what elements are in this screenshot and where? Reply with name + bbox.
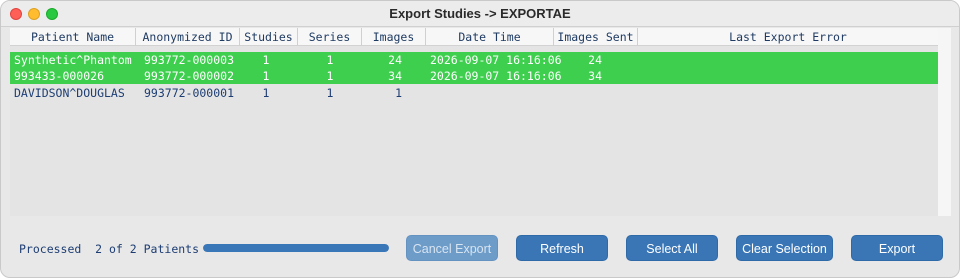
cell-anonymized-id: 993772-000002 <box>144 69 235 83</box>
cell-studies: 1 <box>262 53 270 67</box>
cell-anonymized-id: 993772-000001 <box>144 86 235 100</box>
cell-images: 24 <box>388 53 402 67</box>
cell-last-export-error <box>642 85 932 101</box>
footer-bar: Processed 2 of 2 Patients Cancel Export … <box>1 219 959 277</box>
progress-bar-fill <box>203 244 389 252</box>
cell-date-time <box>430 85 554 101</box>
cell-images: 1 <box>395 86 402 100</box>
header-studies[interactable]: Studies <box>240 28 298 46</box>
cell-patient-name: 993433-000026 <box>14 69 105 83</box>
export-button[interactable]: Export <box>851 235 943 261</box>
cell-last-export-error <box>642 68 932 84</box>
cell-last-export-error <box>642 52 932 68</box>
cell-anonymized-id: 993772-000003 <box>144 53 235 67</box>
header-patient-name[interactable]: Patient Name <box>10 28 136 46</box>
refresh-button[interactable]: Refresh <box>516 235 608 261</box>
table-row[interactable]: DAVIDSON^DOUGLAS 993772-000001 1 1 1 <box>10 85 938 101</box>
clear-selection-button[interactable]: Clear Selection <box>736 235 833 261</box>
cell-patient-name: Synthetic^Phantom <box>14 53 132 67</box>
header-images[interactable]: Images <box>362 28 426 46</box>
table-header: Patient Name Anonymized ID Studies Serie… <box>10 28 938 46</box>
header-series[interactable]: Series <box>298 28 362 46</box>
header-images-sent[interactable]: Images Sent <box>554 28 638 46</box>
header-last-export-error[interactable]: Last Export Error <box>638 28 938 46</box>
cell-series: 1 <box>326 86 334 100</box>
cell-studies: 1 <box>262 86 270 100</box>
cell-images-sent: 34 <box>588 69 602 83</box>
select-all-button[interactable]: Select All <box>626 235 718 261</box>
window-title: Export Studies -> EXPORTAE <box>389 6 571 21</box>
export-studies-window: Export Studies -> EXPORTAE Patient Name … <box>0 0 960 278</box>
cell-images-sent: 24 <box>588 53 602 67</box>
cell-date-time: 2026-09-07 16:16:06 <box>430 69 562 83</box>
cell-studies: 1 <box>262 69 270 83</box>
cell-series: 1 <box>326 69 334 83</box>
progress-bar <box>203 244 389 252</box>
cell-images: 34 <box>388 69 402 83</box>
header-anonymized-id[interactable]: Anonymized ID <box>136 28 240 46</box>
status-text: Processed 2 of 2 Patients <box>19 242 200 256</box>
header-date-time[interactable]: Date Time <box>426 28 554 46</box>
table-row[interactable]: Synthetic^Phantom 993772-000003 1 1 24 2… <box>10 52 938 68</box>
cell-patient-name: DAVIDSON^DOUGLAS <box>14 86 125 100</box>
cell-series: 1 <box>326 53 334 67</box>
title-bar: Export Studies -> EXPORTAE <box>1 1 959 27</box>
studies-table[interactable]: Patient Name Anonymized ID Studies Serie… <box>10 28 938 216</box>
vertical-scrollbar[interactable] <box>938 28 951 216</box>
cell-date-time: 2026-09-07 16:16:06 <box>430 53 562 67</box>
cancel-export-button[interactable]: Cancel Export <box>406 235 498 261</box>
cell-images-sent <box>554 85 602 101</box>
table-row[interactable]: 993433-000026 993772-000002 1 1 34 2026-… <box>10 68 938 84</box>
